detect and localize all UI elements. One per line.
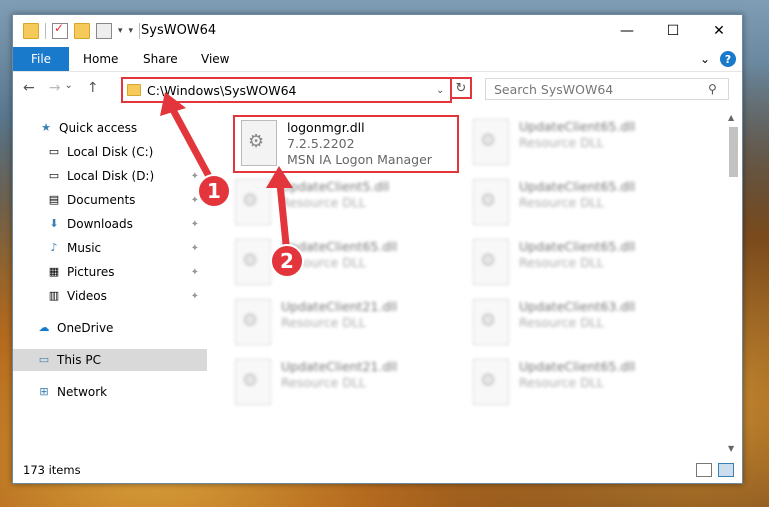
arrow-1 (160, 92, 216, 186)
callout-step-1: 1 (197, 174, 231, 208)
annotation-arrows (160, 92, 293, 248)
arrow-2 (266, 166, 293, 248)
callout-step-2: 2 (270, 244, 304, 278)
